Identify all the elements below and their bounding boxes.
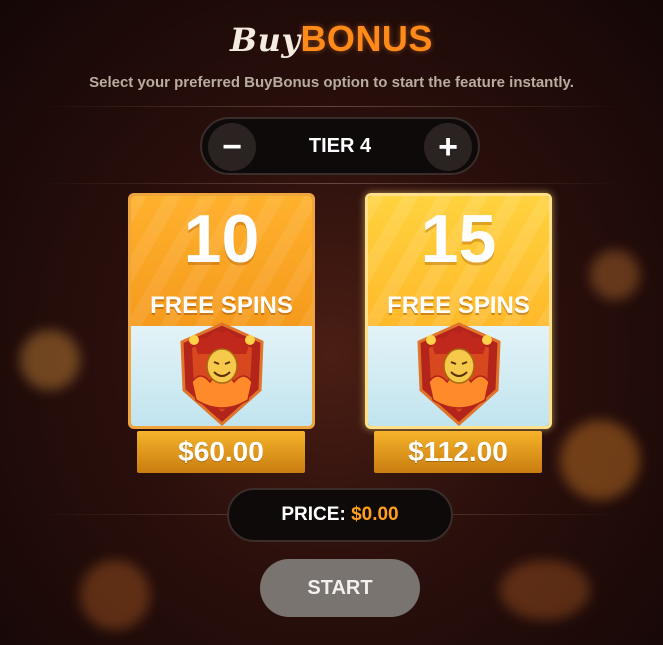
option-price-tag[interactable]: $60.00 xyxy=(137,431,305,473)
divider xyxy=(35,183,628,184)
price-value: $0.00 xyxy=(351,504,399,525)
free-spins-label: FREE SPINS xyxy=(150,292,293,319)
tier-increase-button[interactable]: + xyxy=(424,123,472,171)
bokeh-light xyxy=(80,560,150,630)
title-bonus-text: BONUS xyxy=(300,18,433,59)
spins-count: 10 xyxy=(183,201,260,277)
bokeh-light xyxy=(590,250,640,300)
free-spins-label: FREE SPINS xyxy=(387,292,530,319)
price-label: PRICE: xyxy=(281,504,346,525)
bokeh-light xyxy=(560,420,640,500)
start-button[interactable]: START xyxy=(260,559,420,617)
jester-badge-icon xyxy=(416,322,501,426)
total-price-display: PRICE: $0.00 xyxy=(227,488,453,542)
bokeh-light xyxy=(500,560,590,620)
buy-bonus-title: BuyBONUS xyxy=(0,18,663,60)
bokeh-light xyxy=(20,330,80,390)
spins-count: 15 xyxy=(420,201,497,277)
divider xyxy=(35,106,628,107)
subtitle: Select your preferred BuyBonus option to… xyxy=(89,74,574,91)
jester-badge-icon xyxy=(179,322,264,426)
tier-decrease-button[interactable]: − xyxy=(208,123,256,171)
bonus-option-10-spins[interactable]: 10 FREE SPINS xyxy=(128,193,315,429)
option-price-tag[interactable]: $112.00 xyxy=(374,431,542,473)
tier-selector: TIER 4 − + xyxy=(200,117,480,175)
bonus-option-15-spins[interactable]: 15 FREE SPINS xyxy=(365,193,552,429)
title-buy-text: Buy xyxy=(230,21,301,59)
